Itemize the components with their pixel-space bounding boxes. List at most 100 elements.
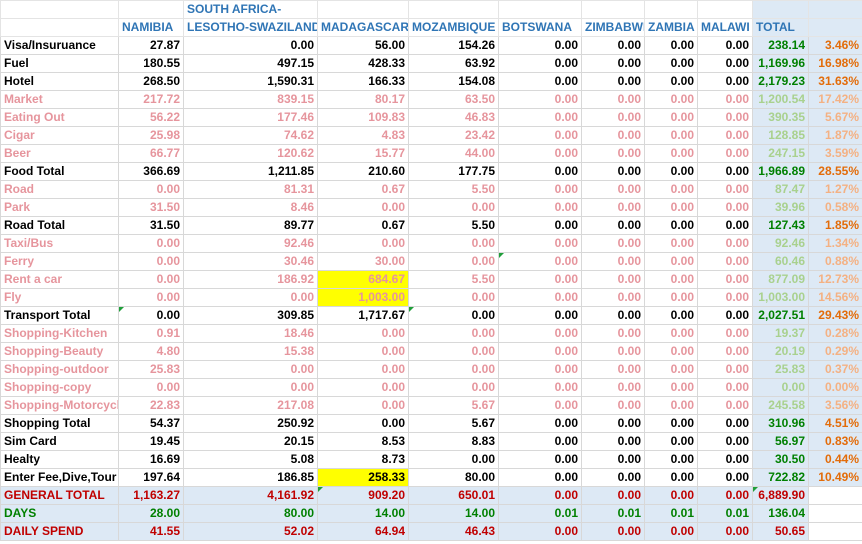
header-cell-row-label-col[interactable] bbox=[0, 0, 119, 19]
value-cell[interactable]: 0.00 bbox=[317, 324, 409, 343]
value-cell[interactable]: 0.00 bbox=[697, 162, 753, 181]
header-cell-malawi-col[interactable] bbox=[697, 0, 753, 19]
value-cell[interactable]: 0.00 bbox=[317, 234, 409, 253]
value-cell[interactable]: 8.73 bbox=[317, 450, 409, 469]
value-cell[interactable]: 0.00 bbox=[498, 306, 582, 325]
row-label-cell[interactable]: Food Total bbox=[0, 162, 119, 181]
value-cell[interactable]: 8.46 bbox=[183, 198, 318, 217]
value-cell[interactable]: 0.00 bbox=[317, 198, 409, 217]
value-cell[interactable]: 109.83 bbox=[317, 108, 409, 127]
value-cell[interactable]: 31.50 bbox=[118, 216, 184, 235]
value-cell[interactable]: 63.92 bbox=[408, 54, 499, 73]
value-cell[interactable]: 0.67 bbox=[317, 180, 409, 199]
value-cell[interactable]: 0.00 bbox=[408, 198, 499, 217]
percent-cell[interactable]: 28.55% bbox=[808, 162, 862, 181]
header-cell-botswana-col[interactable]: BOTSWANA bbox=[498, 18, 582, 37]
total-cell[interactable]: 128.85 bbox=[752, 126, 809, 145]
value-cell[interactable]: 0.00 bbox=[644, 432, 698, 451]
row-label-cell[interactable]: Shopping-Motorcycle bbox=[0, 396, 119, 415]
value-cell[interactable]: 154.08 bbox=[408, 72, 499, 91]
total-cell[interactable]: 247.15 bbox=[752, 144, 809, 163]
row-label-cell[interactable]: Shopping-copy bbox=[0, 378, 119, 397]
value-cell[interactable]: 46.43 bbox=[408, 522, 499, 541]
percent-cell[interactable]: 0.29% bbox=[808, 342, 862, 361]
value-cell[interactable]: 0.00 bbox=[581, 216, 645, 235]
value-cell[interactable]: 0.00 bbox=[581, 126, 645, 145]
percent-cell[interactable] bbox=[808, 486, 862, 505]
value-cell[interactable]: 81.31 bbox=[183, 180, 318, 199]
percent-cell[interactable]: 17.42% bbox=[808, 90, 862, 109]
value-cell[interactable]: 0.00 bbox=[644, 360, 698, 379]
value-cell[interactable]: 268.50 bbox=[118, 72, 184, 91]
value-cell[interactable]: 0.00 bbox=[697, 342, 753, 361]
value-cell[interactable]: 41.55 bbox=[118, 522, 184, 541]
value-cell[interactable]: 0.91 bbox=[118, 324, 184, 343]
value-cell[interactable]: 0.00 bbox=[644, 216, 698, 235]
percent-cell[interactable]: 0.00% bbox=[808, 378, 862, 397]
value-cell[interactable]: 22.83 bbox=[118, 396, 184, 415]
header-cell-zimbabwe-col[interactable] bbox=[581, 0, 645, 19]
total-cell[interactable]: 30.50 bbox=[752, 450, 809, 469]
value-cell[interactable]: 0.00 bbox=[644, 36, 698, 55]
value-cell[interactable]: 5.67 bbox=[408, 414, 499, 433]
value-cell[interactable]: 80.00 bbox=[183, 504, 318, 523]
row-label-cell[interactable]: Ferry bbox=[0, 252, 119, 271]
row-label-cell[interactable]: Road bbox=[0, 180, 119, 199]
value-cell[interactable]: 0.00 bbox=[697, 378, 753, 397]
total-cell[interactable]: 310.96 bbox=[752, 414, 809, 433]
row-label-cell[interactable]: Healty bbox=[0, 450, 119, 469]
percent-cell[interactable] bbox=[808, 504, 862, 523]
value-cell[interactable]: 0.00 bbox=[118, 378, 184, 397]
value-cell[interactable]: 0.00 bbox=[498, 126, 582, 145]
value-cell[interactable]: 0.00 bbox=[697, 288, 753, 307]
header-cell-south-africa-col[interactable]: SOUTH AFRICA- bbox=[183, 0, 318, 19]
value-cell[interactable]: 1,163.27 bbox=[118, 486, 184, 505]
value-cell[interactable]: 0.00 bbox=[644, 468, 698, 487]
percent-cell[interactable]: 1.27% bbox=[808, 180, 862, 199]
row-label-cell[interactable]: DAILY SPEND bbox=[0, 522, 119, 541]
total-cell[interactable]: 92.46 bbox=[752, 234, 809, 253]
value-cell[interactable]: 497.15 bbox=[183, 54, 318, 73]
value-cell[interactable]: 180.55 bbox=[118, 54, 184, 73]
value-cell[interactable]: 0.00 bbox=[317, 342, 409, 361]
value-cell[interactable]: 0.00 bbox=[697, 396, 753, 415]
value-cell[interactable]: 0.00 bbox=[697, 234, 753, 253]
percent-cell[interactable]: 4.51% bbox=[808, 414, 862, 433]
value-cell[interactable]: 66.77 bbox=[118, 144, 184, 163]
header-cell-total-col[interactable]: TOTAL bbox=[752, 18, 809, 37]
value-cell[interactable]: 0.00 bbox=[644, 72, 698, 91]
value-cell[interactable]: 0.00 bbox=[498, 72, 582, 91]
row-label-cell[interactable]: Shopping-Kitchen bbox=[0, 324, 119, 343]
value-cell[interactable]: 5.50 bbox=[408, 270, 499, 289]
value-cell[interactable]: 5.50 bbox=[408, 180, 499, 199]
value-cell[interactable]: 0.00 bbox=[581, 522, 645, 541]
value-cell[interactable]: 0.00 bbox=[498, 90, 582, 109]
value-cell[interactable]: 0.00 bbox=[581, 450, 645, 469]
value-cell[interactable]: 4,161.92 bbox=[183, 486, 318, 505]
value-cell[interactable]: 0.00 bbox=[644, 162, 698, 181]
value-cell[interactable]: 0.00 bbox=[408, 306, 499, 325]
value-cell[interactable]: 0.00 bbox=[498, 144, 582, 163]
value-cell[interactable]: 0.00 bbox=[697, 414, 753, 433]
value-cell[interactable]: 0.00 bbox=[697, 360, 753, 379]
value-cell[interactable]: 31.50 bbox=[118, 198, 184, 217]
value-cell[interactable]: 0.00 bbox=[498, 396, 582, 415]
percent-cell[interactable]: 1.87% bbox=[808, 126, 862, 145]
row-label-cell[interactable]: Taxi/Bus bbox=[0, 234, 119, 253]
header-cell-total-col[interactable] bbox=[752, 0, 809, 19]
value-cell[interactable]: 0.00 bbox=[697, 324, 753, 343]
percent-cell[interactable]: 29.43% bbox=[808, 306, 862, 325]
value-cell[interactable]: 0.00 bbox=[581, 396, 645, 415]
total-cell[interactable]: 1,966.89 bbox=[752, 162, 809, 181]
value-cell[interactable]: 0.00 bbox=[644, 126, 698, 145]
value-cell[interactable]: 0.00 bbox=[581, 270, 645, 289]
row-label-cell[interactable]: Shopping-Beauty bbox=[0, 342, 119, 361]
total-cell[interactable]: 722.82 bbox=[752, 468, 809, 487]
value-cell[interactable]: 120.62 bbox=[183, 144, 318, 163]
percent-cell[interactable]: 0.58% bbox=[808, 198, 862, 217]
value-cell[interactable]: 0.00 bbox=[581, 432, 645, 451]
value-cell[interactable]: 0.00 bbox=[183, 36, 318, 55]
value-cell[interactable]: 0.00 bbox=[644, 144, 698, 163]
value-cell[interactable]: 0.00 bbox=[317, 378, 409, 397]
value-cell[interactable]: 0.00 bbox=[581, 378, 645, 397]
